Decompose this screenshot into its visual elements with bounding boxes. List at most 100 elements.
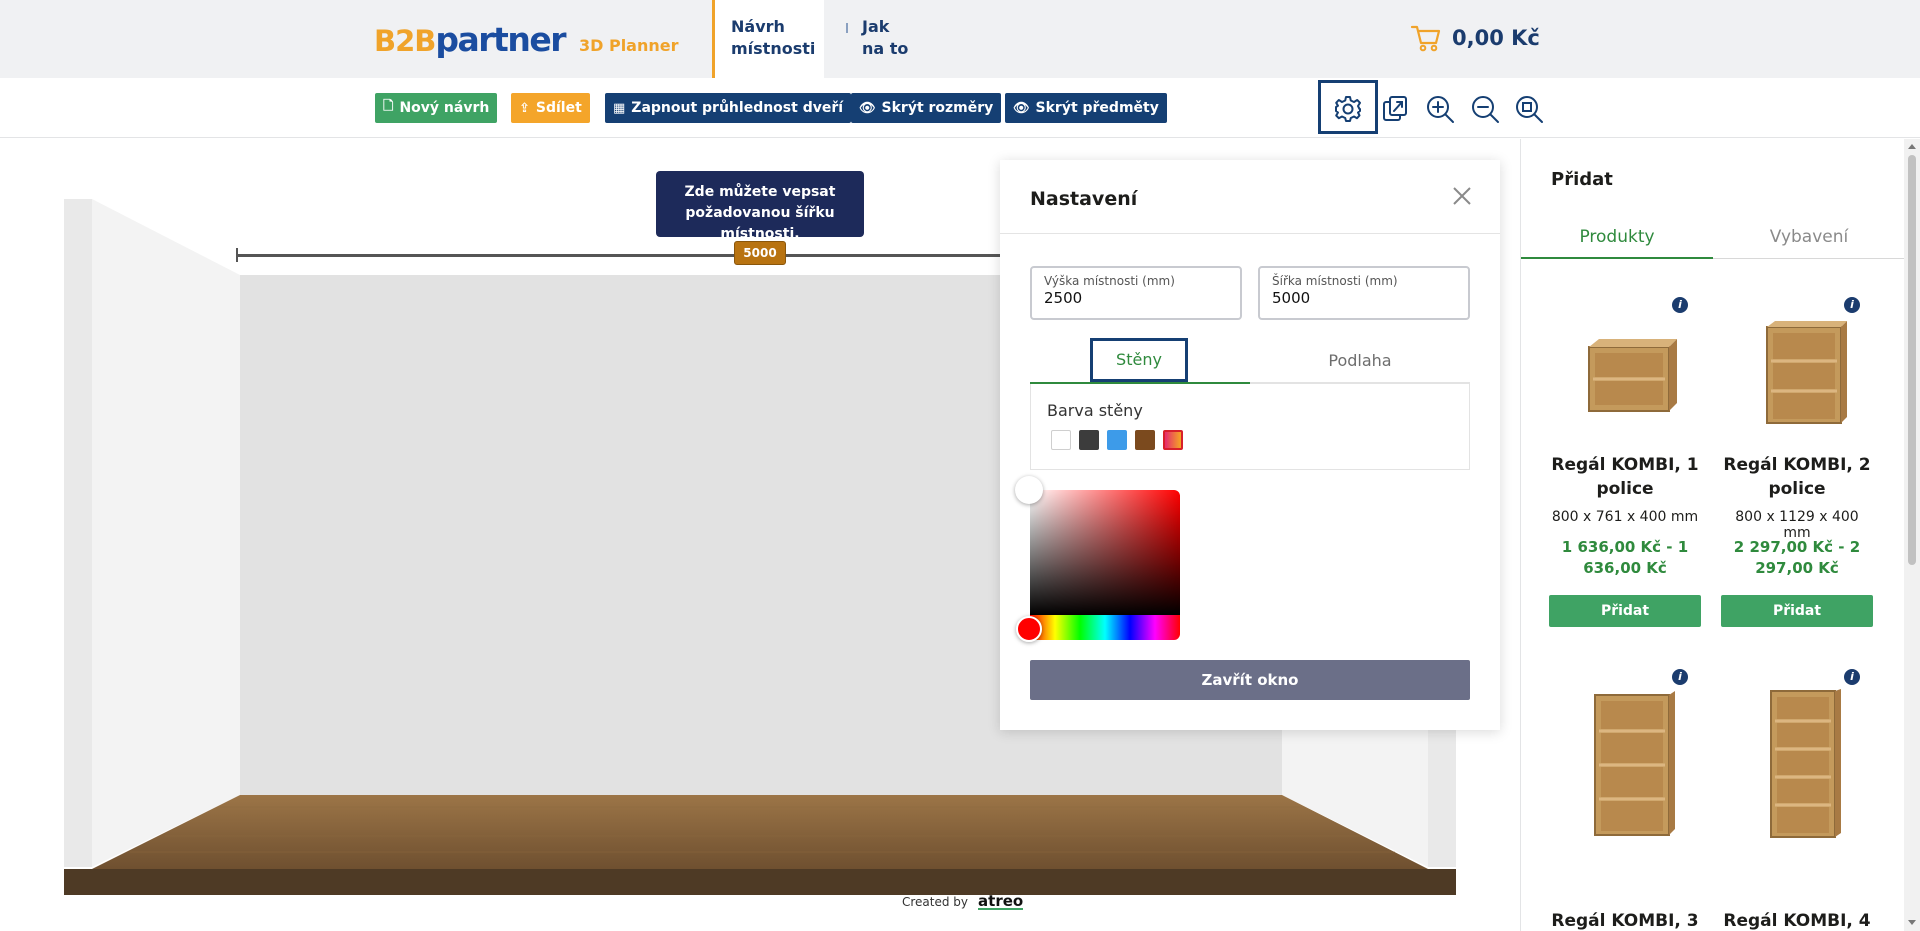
- field-value: 5000: [1272, 289, 1311, 307]
- scroll-up-arrow[interactable]: [1908, 144, 1916, 149]
- nav-tab-label: na to: [862, 39, 909, 58]
- button-label: Skrýt rozměry: [881, 100, 994, 116]
- tab-floor[interactable]: Podlaha: [1250, 338, 1470, 384]
- swatch-blue[interactable]: [1107, 430, 1127, 450]
- nav-tab-label: místnosti: [731, 39, 816, 58]
- nav-tab-label: Návrh: [731, 17, 785, 36]
- nav-tab-label: Jak: [862, 17, 890, 36]
- sidebar-scrollbar[interactable]: [1904, 139, 1920, 931]
- eye-icon: 👁: [859, 100, 876, 116]
- product-name[interactable]: Regál KOMBI, 4: [1721, 911, 1873, 931]
- saturation-handle[interactable]: [1015, 476, 1043, 504]
- wall-color-section: Barva stěny: [1030, 384, 1470, 470]
- field-label: Šířka místnosti (mm): [1272, 274, 1398, 288]
- new-file-icon: 🗋: [383, 99, 394, 114]
- b2bpartner-logo[interactable]: B2B partner 3D Planner: [374, 20, 679, 59]
- swatch-brown[interactable]: [1135, 430, 1155, 450]
- info-icon[interactable]: i: [1844, 669, 1860, 685]
- tab-walls[interactable]: Stěny: [1030, 338, 1250, 384]
- swatch-custom[interactable]: [1163, 430, 1183, 450]
- eye-icon: 👁: [1013, 100, 1030, 116]
- info-icon[interactable]: i: [1844, 297, 1860, 313]
- tab-products[interactable]: Produkty: [1521, 215, 1713, 259]
- button-label: Nový návrh: [399, 100, 490, 116]
- atreo-logo[interactable]: atreo: [978, 894, 1024, 910]
- scroll-thumb[interactable]: [1908, 155, 1916, 565]
- width-dimension-line: [236, 254, 1002, 257]
- tab-walls-label: Stěny: [1090, 338, 1188, 382]
- add-product-button[interactable]: Přidat: [1721, 595, 1873, 627]
- zoom-in-icon: [1427, 96, 1454, 123]
- nav-tab-how-to[interactable]: Jak na to: [846, 16, 908, 60]
- hue-handle[interactable]: [1016, 616, 1042, 642]
- settings-button-focus-outline: [1318, 80, 1378, 134]
- product-card: i Regál KOMBI, 4: [1721, 659, 1873, 931]
- hide-objects-button[interactable]: 👁 Skrýt předměty: [1005, 93, 1167, 123]
- product-name[interactable]: Regál KOMBI, 3: [1549, 911, 1701, 931]
- width-hint-tooltip: Zde můžete vepsat požadovanou šířku míst…: [656, 171, 864, 242]
- room-height-field[interactable]: Výška místnosti (mm) 2500: [1030, 266, 1242, 320]
- hide-dimensions-button[interactable]: 👁 Skrýt rozměry: [851, 93, 1002, 123]
- sidebar-title: Přidat: [1551, 169, 1613, 190]
- share-button[interactable]: ⇪ Sdílet: [511, 93, 590, 123]
- shelf-2-image[interactable]: [1737, 317, 1857, 427]
- close-window-button[interactable]: Zavřít okno: [1030, 660, 1470, 700]
- logo-b2b: B2B: [374, 24, 436, 58]
- product-price: 1 636,00 Kč - 1 636,00 Kč: [1561, 538, 1689, 577]
- product-name[interactable]: Regál KOMBI, 1 police: [1549, 453, 1701, 501]
- export-button[interactable]: [1378, 92, 1412, 126]
- field-label: Výška místnosti (mm): [1044, 274, 1175, 288]
- scroll-down-arrow[interactable]: [1908, 920, 1916, 925]
- button-label: Skrýt předměty: [1035, 100, 1159, 116]
- swatch-white[interactable]: [1051, 430, 1071, 450]
- product-card: i Regál KOMBI, 1 police 800 x 761 x 400 …: [1549, 287, 1701, 627]
- swatch-dark-gray[interactable]: [1079, 430, 1099, 450]
- logo-partner: partner: [435, 20, 566, 59]
- add-product-button[interactable]: Přidat: [1549, 595, 1701, 627]
- product-card: i Regál KOMBI, 3: [1549, 659, 1701, 931]
- info-icon[interactable]: i: [1672, 669, 1688, 685]
- field-value: 2500: [1044, 289, 1083, 307]
- settings-panel: Nastavení Výška místnosti (mm) 2500 Šířk…: [1000, 160, 1500, 730]
- sidebar-tabs: Produkty Vybavení: [1521, 215, 1905, 259]
- settings-subtabs: Stěny Podlaha: [1030, 338, 1470, 384]
- product-card: i Regál KOMBI, 2 police 800 x 1129 x 400…: [1721, 287, 1873, 627]
- zoom-fit-button[interactable]: [1512, 92, 1546, 126]
- info-icon[interactable]: i: [1672, 297, 1688, 313]
- tab-equipment[interactable]: Vybavení: [1713, 215, 1905, 259]
- credit: Created by atreo: [902, 894, 1024, 910]
- share-icon: ⇪: [519, 100, 530, 116]
- zoom-out-button[interactable]: [1468, 92, 1502, 126]
- product-dimensions: 800 x 761 x 400 mm: [1551, 509, 1699, 525]
- nav-tab-room-design[interactable]: Návrh místnosti: [712, 0, 824, 78]
- shelf-1-image[interactable]: [1565, 317, 1685, 427]
- cart-total: 0,00 Kč: [1452, 26, 1540, 50]
- new-design-button[interactable]: 🗋 Nový návrh: [375, 93, 498, 123]
- export-icon: [1383, 96, 1407, 121]
- add-products-sidebar: Přidat Produkty Vybavení i Regál KOMBI, …: [1520, 139, 1920, 931]
- product-name[interactable]: Regál KOMBI, 2 police: [1721, 453, 1873, 501]
- room-width-field[interactable]: Šířka místnosti (mm) 5000: [1258, 266, 1470, 320]
- saturation-value-area[interactable]: [1030, 490, 1180, 615]
- zoom-fit-icon: [1516, 96, 1543, 123]
- hue-slider[interactable]: [1030, 615, 1180, 640]
- shelf-3-image[interactable]: [1565, 689, 1685, 839]
- panel-header: Nastavení: [1000, 160, 1500, 234]
- toolbar: 🗋 Nový návrh ⇪ Sdílet ▦ Zapnout průhledn…: [0, 78, 1920, 138]
- cart-button[interactable]: 0,00 Kč: [1410, 22, 1540, 54]
- credit-label: Created by: [902, 895, 969, 909]
- door-transparency-button[interactable]: ▦ Zapnout průhlednost dveří: [605, 93, 852, 123]
- color-picker[interactable]: [1030, 490, 1180, 640]
- shelf-4-image[interactable]: [1737, 689, 1857, 839]
- zoom-out-icon: [1472, 96, 1499, 123]
- wall-color-label: Barva stěny: [1047, 401, 1143, 420]
- zoom-in-button[interactable]: [1423, 92, 1457, 126]
- button-label: Sdílet: [535, 100, 582, 116]
- button-label: Zapnout průhlednost dveří: [631, 100, 844, 116]
- width-dimension-badge[interactable]: 5000: [734, 241, 786, 265]
- close-icon[interactable]: [1452, 186, 1472, 206]
- cart-icon: [1410, 25, 1441, 52]
- color-swatches: [1051, 430, 1191, 450]
- panel-title: Nastavení: [1030, 188, 1138, 210]
- logo-planner: 3D Planner: [578, 36, 679, 55]
